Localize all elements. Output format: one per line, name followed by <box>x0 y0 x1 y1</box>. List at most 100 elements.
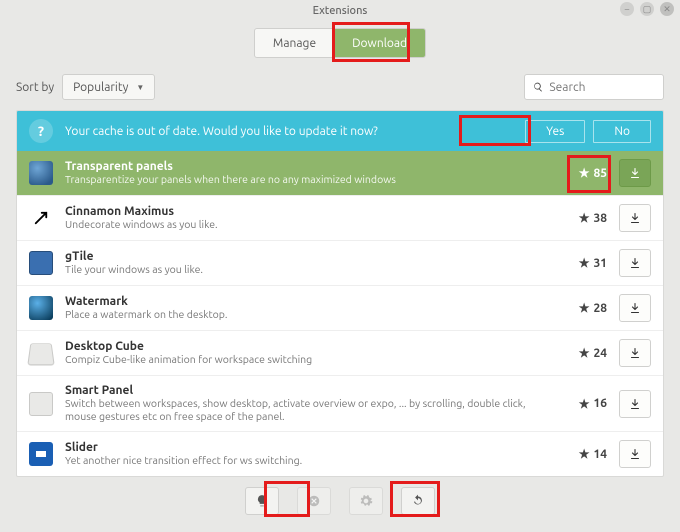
star-icon: ★ <box>579 301 590 315</box>
extension-name: Cinnamon Maximus <box>65 205 547 218</box>
star-icon: ★ <box>579 256 590 270</box>
about-button[interactable] <box>245 487 279 515</box>
download-button[interactable] <box>619 294 651 322</box>
extension-name: Smart Panel <box>65 384 547 397</box>
download-icon <box>629 302 641 314</box>
extension-icon <box>29 206 53 230</box>
extension-text: SliderYet another nice transition effect… <box>65 441 547 467</box>
extension-description: Compiz Cube-like animation for workspace… <box>65 353 547 366</box>
minimize-button[interactable]: – <box>620 2 634 16</box>
star-icon: ★ <box>579 166 590 180</box>
extension-description: Undecorate windows as you like. <box>65 218 547 231</box>
star-count: 16 <box>593 397 607 410</box>
extension-text: Desktop CubeCompiz Cube-like animation f… <box>65 340 547 366</box>
extension-row[interactable]: SliderYet another nice transition effect… <box>17 431 663 476</box>
download-icon <box>629 257 641 269</box>
extension-description: Tile your windows as you like. <box>65 263 547 276</box>
download-icon <box>629 448 641 460</box>
download-icon <box>629 167 641 179</box>
question-icon: ? <box>29 119 53 143</box>
extension-row[interactable]: gTileTile your windows as you like. ★31 <box>17 240 663 285</box>
refresh-icon <box>411 494 425 508</box>
download-button[interactable] <box>619 204 651 232</box>
extension-text: Transparent panelsTransparentize your pa… <box>65 160 547 186</box>
star-count: 24 <box>593 347 607 360</box>
star-icon: ★ <box>579 447 590 461</box>
remove-button[interactable] <box>297 487 331 515</box>
extension-stars: ★85 <box>559 166 607 180</box>
extension-name: Desktop Cube <box>65 340 547 353</box>
download-icon <box>629 347 641 359</box>
search-icon <box>533 81 543 93</box>
download-button[interactable] <box>619 339 651 367</box>
gear-icon <box>359 494 373 508</box>
chevron-down-icon: ▼ <box>136 83 144 92</box>
download-button[interactable] <box>619 390 651 418</box>
extension-text: WatermarkPlace a watermark on the deskto… <box>65 295 547 321</box>
refresh-button[interactable] <box>401 487 435 515</box>
extension-row[interactable]: Smart PanelSwitch between workspaces, sh… <box>17 375 663 431</box>
tab-manage[interactable]: Manage <box>255 29 334 57</box>
extension-description: Yet another nice transition effect for w… <box>65 454 547 467</box>
remove-icon <box>307 494 321 508</box>
extension-name: gTile <box>65 250 547 263</box>
star-count: 14 <box>593 448 607 461</box>
extension-row[interactable]: WatermarkPlace a watermark on the deskto… <box>17 285 663 330</box>
extension-text: Smart PanelSwitch between workspaces, sh… <box>65 384 547 423</box>
extension-icon <box>29 251 53 275</box>
sort-dropdown[interactable]: Popularity ▼ <box>62 74 155 100</box>
banner-yes-button[interactable]: Yes <box>525 120 585 143</box>
extension-icon <box>27 343 54 365</box>
download-icon <box>629 212 641 224</box>
tab-download[interactable]: Download <box>334 29 425 57</box>
extension-icon <box>29 296 53 320</box>
star-icon: ★ <box>579 211 590 225</box>
extension-stars: ★31 <box>559 256 607 270</box>
close-button[interactable]: ✕ <box>660 2 674 16</box>
extension-icon <box>29 442 53 466</box>
extension-stars: ★38 <box>559 211 607 225</box>
extension-description: Transparentize your panels when there ar… <box>65 173 547 186</box>
extension-name: Transparent panels <box>65 160 547 173</box>
settings-button[interactable] <box>349 487 383 515</box>
extension-icon <box>29 392 53 416</box>
star-count: 85 <box>593 167 607 180</box>
download-icon <box>629 398 641 410</box>
banner-message: Your cache is out of date. Would you lik… <box>65 125 378 138</box>
star-count: 38 <box>593 212 607 225</box>
search-box[interactable] <box>524 74 664 100</box>
star-count: 31 <box>593 257 607 270</box>
extension-name: Slider <box>65 441 547 454</box>
extension-icon <box>29 161 53 185</box>
extension-row[interactable]: Transparent panelsTransparentize your pa… <box>17 151 663 195</box>
sort-row: Sort by Popularity ▼ <box>16 68 664 110</box>
extensions-panel: ? Your cache is out of date. Would you l… <box>16 110 664 477</box>
download-button[interactable] <box>619 159 651 187</box>
extension-stars: ★14 <box>559 447 607 461</box>
star-count: 28 <box>593 302 607 315</box>
sort-label: Sort by <box>16 81 54 94</box>
cache-banner: ? Your cache is out of date. Would you l… <box>17 111 663 151</box>
extension-description: Place a watermark on the desktop. <box>65 308 547 321</box>
banner-no-button[interactable]: No <box>593 120 651 143</box>
extension-text: Cinnamon MaximusUndecorate windows as yo… <box>65 205 547 231</box>
extension-name: Watermark <box>65 295 547 308</box>
window-title: Extensions <box>313 5 368 17</box>
extension-stars: ★28 <box>559 301 607 315</box>
extension-text: gTileTile your windows as you like. <box>65 250 547 276</box>
download-button[interactable] <box>619 249 651 277</box>
extension-row[interactable]: Cinnamon MaximusUndecorate windows as yo… <box>17 195 663 240</box>
tab-row: Manage Download <box>0 22 680 68</box>
star-icon: ★ <box>579 397 590 411</box>
download-button[interactable] <box>619 440 651 468</box>
maximize-button[interactable]: ▢ <box>640 2 654 16</box>
star-icon: ★ <box>579 346 590 360</box>
extension-stars: ★16 <box>559 397 607 411</box>
lightbulb-icon <box>255 494 269 508</box>
titlebar: Extensions – ▢ ✕ <box>0 0 680 22</box>
extension-description: Switch between workspaces, show desktop,… <box>65 397 547 423</box>
extension-stars: ★24 <box>559 346 607 360</box>
sort-value: Popularity <box>73 81 128 94</box>
search-input[interactable] <box>549 81 655 94</box>
extension-row[interactable]: Desktop CubeCompiz Cube-like animation f… <box>17 330 663 375</box>
